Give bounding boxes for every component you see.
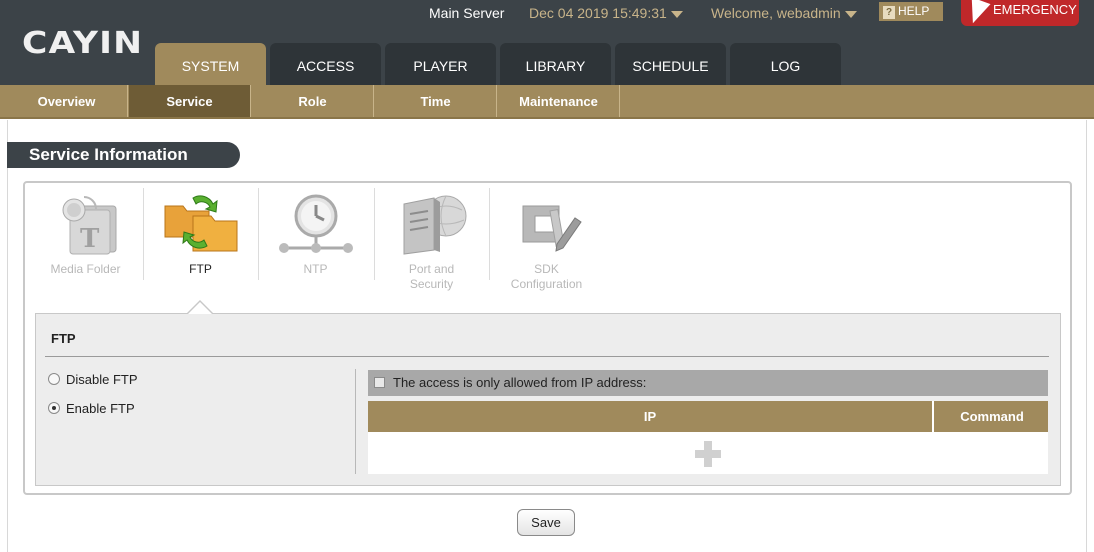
tab-access[interactable]: ACCESS: [270, 43, 381, 85]
ftp-title: FTP: [51, 331, 76, 346]
column-header-command: Command: [960, 409, 1024, 424]
subtab-role[interactable]: Role: [252, 85, 374, 117]
svg-text:T: T: [80, 224, 100, 254]
ntp-clock-icon: [278, 192, 354, 256]
radio-button[interactable]: [48, 402, 60, 414]
help-label: HELP: [898, 4, 930, 18]
service-ftp[interactable]: FTP: [143, 188, 258, 288]
sub-nav: Overview Service Role Time Maintenance: [0, 85, 1094, 119]
tab-log[interactable]: LOG: [730, 43, 841, 85]
column-header-ip: IP: [368, 401, 934, 432]
chevron-down-icon: [844, 10, 857, 18]
cayin-logo: CAYIN: [22, 26, 144, 61]
service-label: Media Folder: [50, 262, 121, 276]
server-globe-icon: [394, 192, 470, 256]
emergency-button[interactable]: EMERGENCY: [961, 0, 1079, 27]
service-port-security[interactable]: Port and Security: [374, 188, 489, 291]
subtab-maintenance[interactable]: Maintenance: [498, 85, 620, 117]
service-sdk-configuration[interactable]: SDK Configuration: [489, 188, 604, 291]
service-label: NTP: [303, 262, 328, 276]
question-icon: ?: [883, 6, 895, 19]
media-folder-icon: T: [48, 192, 124, 256]
subtab-service[interactable]: Service: [129, 85, 251, 117]
emergency-label: EMERGENCY: [993, 2, 1077, 17]
tab-player[interactable]: PLAYER: [385, 43, 496, 85]
ip-restriction-label: The access is only allowed from IP addre…: [393, 375, 647, 390]
tab-library[interactable]: LIBRARY: [500, 43, 611, 85]
service-media-folder[interactable]: T Media Folder: [28, 188, 143, 288]
emergency-flag-icon: [963, 0, 991, 27]
service-label-line1: Port and: [408, 262, 455, 276]
add-icon[interactable]: [695, 441, 721, 467]
vertical-divider: [355, 369, 356, 474]
radio-label: Disable FTP: [66, 372, 138, 387]
service-label: FTP: [189, 262, 212, 276]
service-label-line1: SDK: [534, 262, 559, 276]
chevron-down-icon: [670, 10, 683, 18]
help-button[interactable]: ? HELP: [879, 2, 943, 21]
radio-button[interactable]: [48, 373, 60, 385]
ftp-divider: [45, 356, 1049, 357]
radio-disable-ftp[interactable]: Disable FTP: [48, 372, 138, 387]
user-menu[interactable]: Welcome, webadmin: [711, 5, 857, 21]
ip-restriction-row[interactable]: The access is only allowed from IP addre…: [368, 370, 1048, 396]
service-label-line2: Configuration: [510, 277, 583, 291]
subtab-overview[interactable]: Overview: [6, 85, 128, 117]
page-title: Service Information: [7, 142, 240, 168]
save-button[interactable]: Save: [517, 509, 575, 536]
tab-schedule[interactable]: SCHEDULE: [615, 43, 726, 85]
ftp-folders-icon: [163, 192, 239, 256]
panel-pointer-inner: [188, 302, 212, 314]
ip-table-body: [368, 432, 1048, 474]
service-label-line2: Security: [409, 277, 454, 291]
datetime-label: Dec 04 2019 15:49:31: [529, 5, 667, 21]
subtab-time[interactable]: Time: [375, 85, 497, 117]
ip-restriction-checkbox[interactable]: [374, 377, 385, 388]
tab-system[interactable]: SYSTEM: [155, 43, 266, 85]
welcome-label: Welcome, webadmin: [711, 5, 841, 21]
radio-label: Enable FTP: [66, 401, 135, 416]
server-name: Main Server: [429, 5, 505, 21]
service-ntp[interactable]: NTP: [258, 188, 373, 288]
ip-table-header: IP Command: [368, 401, 1048, 432]
datetime-dropdown[interactable]: Dec 04 2019 15:49:31: [529, 5, 683, 21]
top-header: CAYIN Main Server Dec 04 2019 15:49:31 W…: [0, 0, 1094, 85]
radio-enable-ftp[interactable]: Enable FTP: [48, 401, 135, 416]
sdk-tools-icon: [509, 192, 585, 256]
main-tabs: SYSTEM ACCESS PLAYER LIBRARY SCHEDULE LO…: [155, 43, 845, 85]
